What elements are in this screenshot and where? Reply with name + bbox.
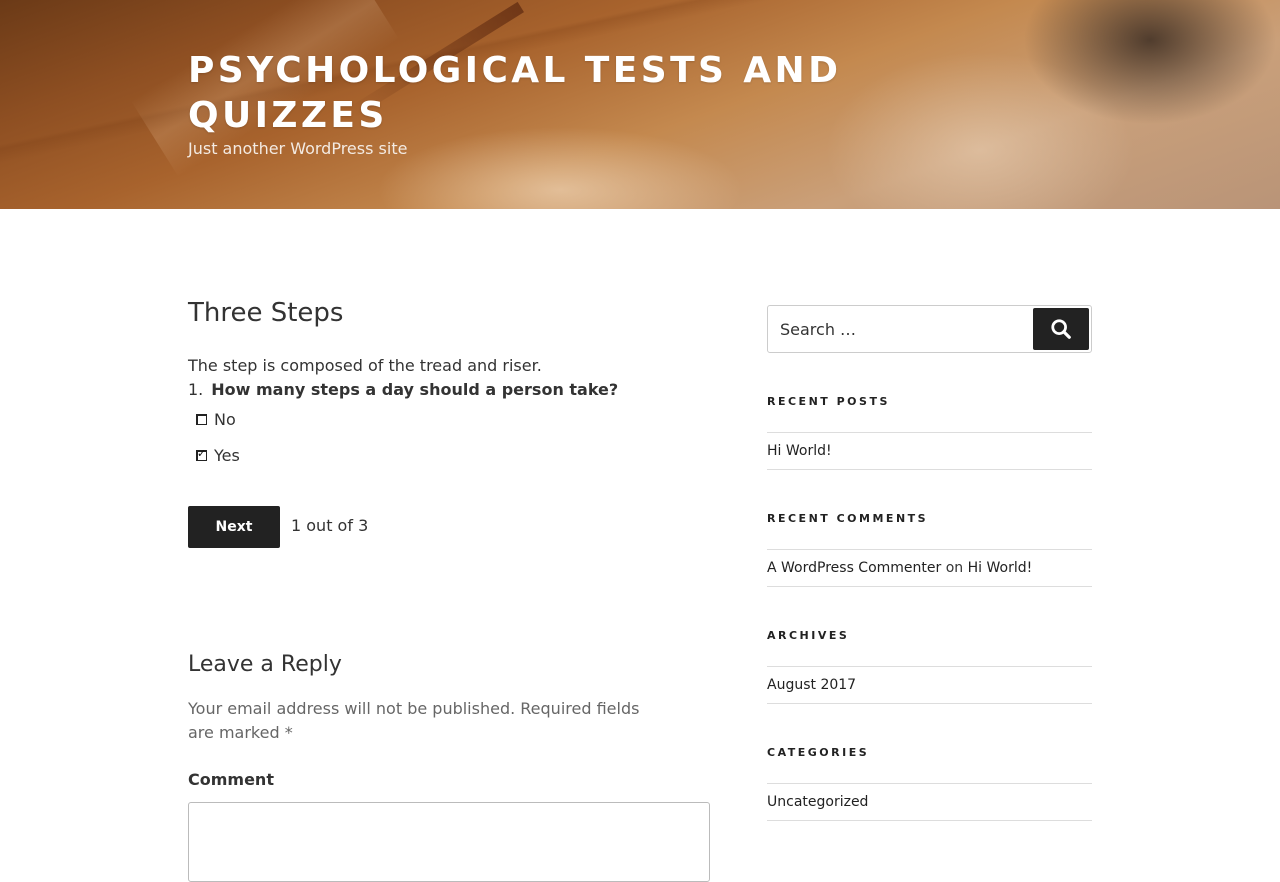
- recent-post-link[interactable]: Hi World!: [767, 443, 832, 459]
- site-title[interactable]: PSYCHOLOGICAL TESTS AND QUIZZES: [188, 48, 888, 138]
- comment-label: Comment: [188, 770, 274, 789]
- comment-textarea[interactable]: [188, 802, 710, 882]
- archive-link[interactable]: August 2017: [767, 677, 856, 693]
- comment-author-link[interactable]: A WordPress Commenter: [767, 560, 941, 576]
- question-number: 1.: [188, 380, 204, 399]
- quiz-question: 1. How many steps a day should a person t…: [188, 380, 618, 399]
- category-link[interactable]: Uncategorized: [767, 794, 868, 810]
- recent-posts-title: RECENT POSTS: [767, 395, 890, 408]
- checkmark-icon: ✓: [197, 446, 207, 460]
- quiz-intro: The step is composed of the tread and ri…: [188, 356, 542, 375]
- reply-title: Leave a Reply: [188, 652, 342, 677]
- comment-post-link[interactable]: Hi World!: [968, 560, 1033, 576]
- site-header: PSYCHOLOGICAL TESTS AND QUIZZES Just ano…: [0, 0, 1280, 209]
- list-item: Uncategorized: [767, 784, 1092, 821]
- answer-checkbox-yes[interactable]: ✓: [196, 446, 207, 461]
- categories-list: Uncategorized: [767, 783, 1092, 821]
- list-item: August 2017: [767, 667, 1092, 704]
- search-form: [767, 305, 1092, 353]
- answer-label: No: [214, 409, 236, 429]
- answer-checkbox-no[interactable]: [196, 413, 207, 425]
- list-item: Hi World!: [767, 433, 1092, 470]
- site-description: Just another WordPress site: [188, 139, 408, 158]
- list-item: A WordPress Commenter on Hi World!: [767, 550, 1092, 587]
- comment-on-text: on: [945, 560, 964, 576]
- comment-notes: Your email address will not be published…: [188, 699, 640, 742]
- categories-title: CATEGORIES: [767, 746, 870, 759]
- answer-label: Yes: [214, 445, 240, 465]
- answer-option-yes[interactable]: ✓ Yes: [196, 444, 240, 466]
- next-button[interactable]: Next: [188, 506, 280, 548]
- recent-comments-list: A WordPress Commenter on Hi World!: [767, 549, 1092, 587]
- search-icon: [1051, 319, 1071, 339]
- search-button[interactable]: [1033, 308, 1089, 350]
- archives-list: August 2017: [767, 666, 1092, 704]
- archives-title: ARCHIVES: [767, 629, 850, 642]
- recent-comments-title: RECENT COMMENTS: [767, 512, 929, 525]
- search-input[interactable]: [768, 306, 1028, 352]
- post-title[interactable]: Three Steps: [188, 298, 343, 328]
- question-text: How many steps a day should a person tak…: [211, 380, 619, 399]
- answer-option-no[interactable]: No: [196, 408, 236, 430]
- quiz-progress: 1 out of 3: [291, 516, 369, 535]
- recent-posts-list: Hi World!: [767, 432, 1092, 470]
